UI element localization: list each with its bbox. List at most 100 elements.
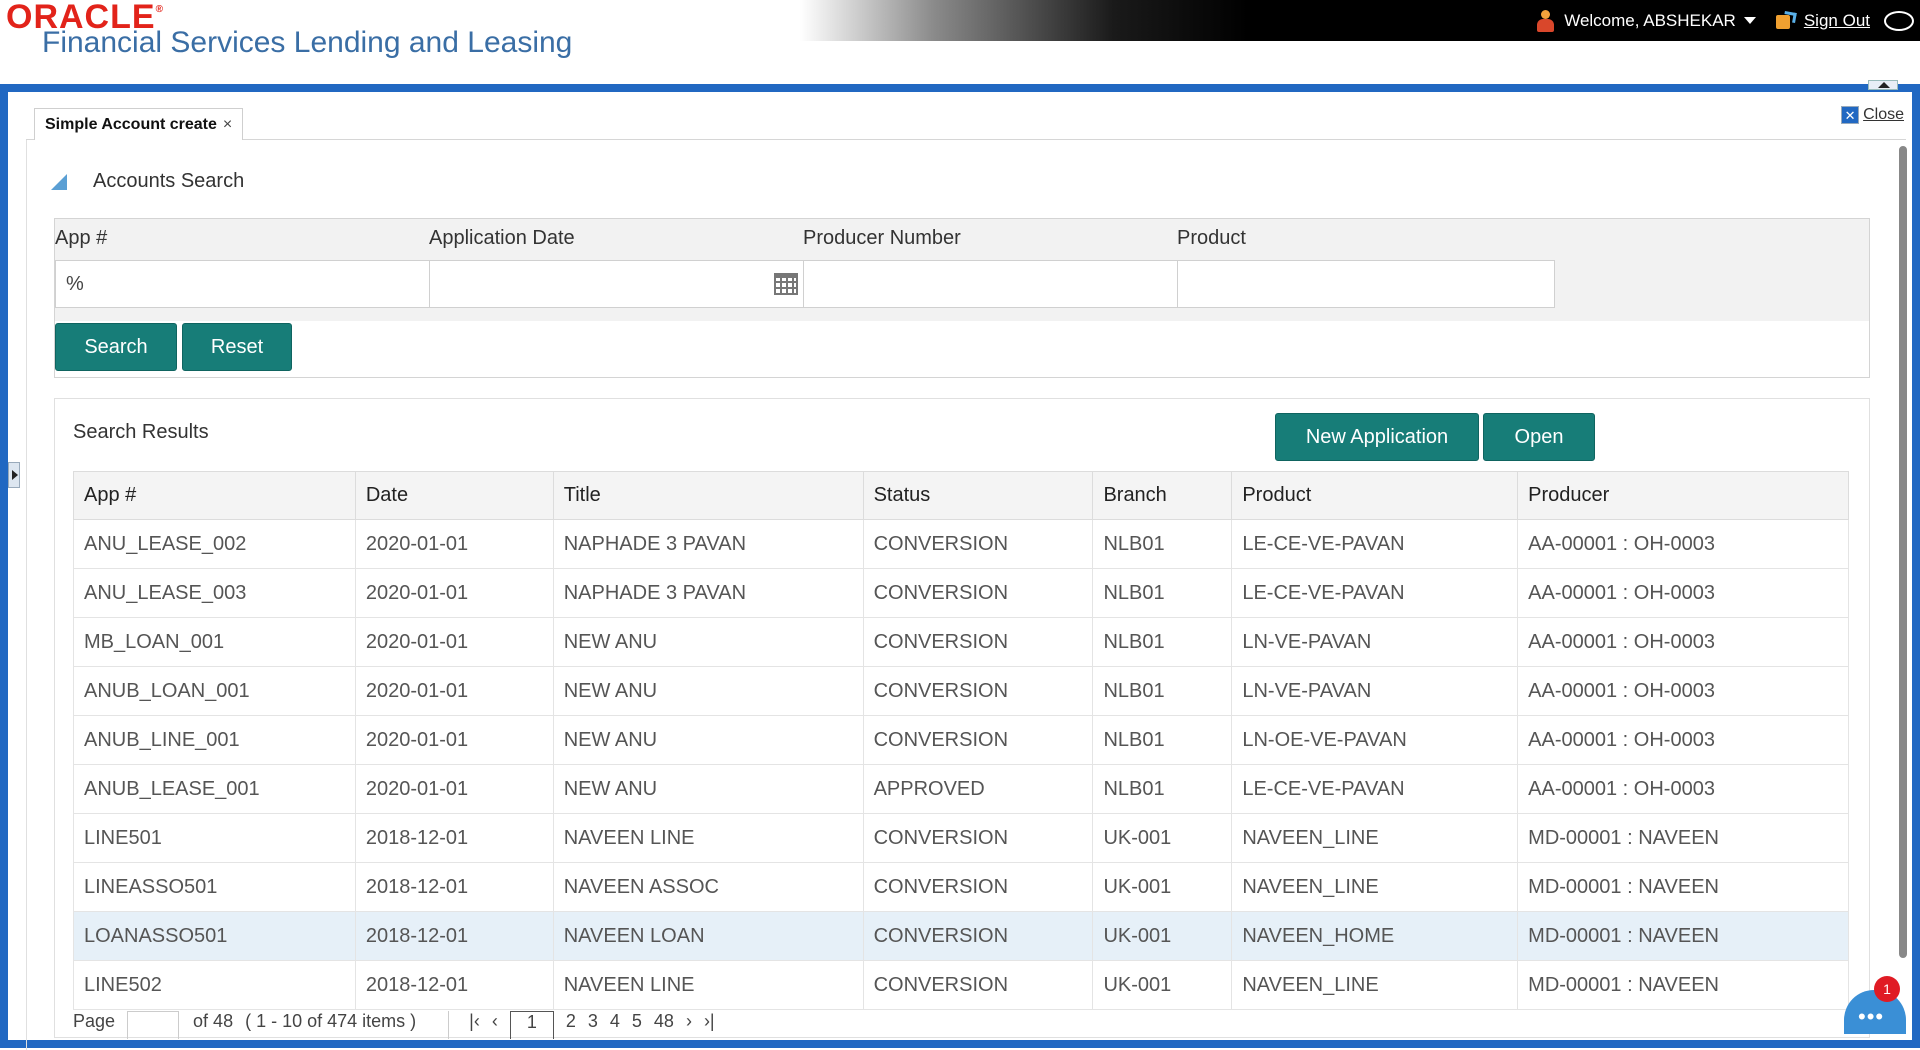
last-page-icon[interactable]: ›| <box>704 1011 715 1032</box>
table-cell: AA-00001 : OH-0003 <box>1517 519 1849 569</box>
expand-arrow-icon[interactable] <box>8 462 20 488</box>
table-cell: LOANASSO501 <box>73 911 356 961</box>
chat-bubble[interactable]: ••• 1 <box>1844 976 1906 1034</box>
producer-number-field: Producer Number <box>803 227 1183 308</box>
table-row[interactable]: ANUB_LINE_001 2020-01-01 NEW ANU CONVERSION… <box>73 715 1849 765</box>
column-header-product[interactable]: Product <box>1231 471 1519 520</box>
table-cell: LN-OE-VE-PAVAN <box>1231 715 1519 765</box>
column-header-date[interactable]: Date <box>354 471 554 520</box>
table-cell: 2018-12-01 <box>354 911 554 961</box>
table-cell: 2018-12-01 <box>354 862 554 912</box>
table-cell: 2020-01-01 <box>354 519 554 569</box>
table-cell: MD-00001 : NAVEEN <box>1517 911 1849 961</box>
column-header-app-number[interactable]: App # <box>73 471 356 520</box>
table-cell: MB_LOAN_001 <box>73 617 356 667</box>
close-button[interactable]: ✕ Close <box>1841 106 1904 124</box>
prev-page-icon[interactable]: ‹ <box>492 1011 498 1032</box>
table-row[interactable]: LOANASSO501 2018-12-01 NAVEEN LOAN CONVERSI… <box>73 911 1849 961</box>
welcome-text[interactable]: Welcome, ABSHEKAR <box>1564 11 1736 31</box>
reset-button[interactable]: Reset <box>182 323 292 371</box>
table-cell: CONVERSION <box>862 911 1094 961</box>
table-cell: NLB01 <box>1092 715 1233 765</box>
chat-icon: ••• <box>1858 1004 1885 1029</box>
table-cell: MD-00001 : NAVEEN <box>1517 960 1849 1010</box>
app-header: ORACLE® Financial Services Lending and L… <box>0 0 1920 84</box>
page-link-2[interactable]: 2 <box>566 1011 576 1032</box>
table-cell: LN-VE-PAVAN <box>1231 666 1519 716</box>
table-cell: UK-001 <box>1092 862 1233 912</box>
tab-simple-account-create[interactable]: Simple Account create × <box>34 108 244 140</box>
table-row[interactable]: MB_LOAN_001 2020-01-01 NEW ANU CONVERSION NL… <box>73 617 1849 667</box>
table-cell: AA-00001 : OH-0003 <box>1517 764 1849 814</box>
table-cell: LINEASSO501 <box>73 862 356 912</box>
table-cell: 2020-01-01 <box>354 715 554 765</box>
table-row[interactable]: LINE502 2018-12-01 NAVEEN LINE CONVERSION UK… <box>73 960 1849 1010</box>
table-cell: CONVERSION <box>862 568 1094 618</box>
product-input[interactable] <box>1177 260 1555 308</box>
producer-number-input[interactable] <box>803 260 1181 308</box>
search-fields: App # % Application Date Producer Number… <box>55 219 1869 321</box>
accounts-search-header[interactable]: Accounts Search <box>51 170 244 193</box>
scroll-up-icon[interactable] <box>1868 80 1898 90</box>
results-table: App # Date Title Status Branch Product Produce… <box>73 471 1849 1010</box>
table-cell: CONVERSION <box>862 960 1094 1010</box>
page-content: Accounts Search App # % Application Date… <box>26 140 1906 1050</box>
table-cell: NEW ANU <box>552 617 864 667</box>
calendar-icon[interactable] <box>774 273 798 295</box>
table-cell: CONVERSION <box>862 519 1094 569</box>
pagination: Page of 48 ( 1 - 10 of 474 items ) |‹ ‹ … <box>73 1011 1849 1039</box>
application-date-input[interactable] <box>429 260 807 308</box>
table-cell: ANU_LEASE_002 <box>73 519 356 569</box>
table-row[interactable]: LINEASSO501 2018-12-01 NAVEEN ASSOC CONVERS… <box>73 862 1849 912</box>
page-link-4[interactable]: 4 <box>610 1011 620 1032</box>
column-header-branch[interactable]: Branch <box>1092 471 1233 520</box>
table-cell: UK-001 <box>1092 911 1233 961</box>
search-button[interactable]: Search <box>55 323 177 371</box>
table-row[interactable]: ANUB_LOAN_001 2020-01-01 NEW ANU CONVERSION… <box>73 666 1849 716</box>
collapse-triangle-icon[interactable] <box>51 173 67 190</box>
table-row[interactable]: ANU_LEASE_002 2020-01-01 NAPHADE 3 PAVAN CO… <box>73 519 1849 569</box>
accounts-search-panel: App # % Application Date Producer Number… <box>54 218 1870 378</box>
table-body: ANU_LEASE_002 2020-01-01 NAPHADE 3 PAVAN CO… <box>73 519 1849 1010</box>
table-cell: AA-00001 : OH-0003 <box>1517 617 1849 667</box>
table-cell: NAVEEN_LINE <box>1231 862 1519 912</box>
table-cell: NLB01 <box>1092 764 1233 814</box>
table-cell: CONVERSION <box>862 715 1094 765</box>
new-application-button[interactable]: New Application <box>1275 413 1479 461</box>
table-cell: NAVEEN LOAN <box>552 911 864 961</box>
table-cell: CONVERSION <box>862 666 1094 716</box>
app-number-input[interactable]: % <box>55 260 433 308</box>
table-cell: LINE501 <box>73 813 356 863</box>
tab-close-icon[interactable]: × <box>223 116 232 134</box>
product-label: Product <box>1177 227 1246 249</box>
caret-down-icon[interactable] <box>1743 17 1756 24</box>
main-frame: Simple Account create × ✕ Close Accounts… <box>0 80 1920 1050</box>
table-cell: 2020-01-01 <box>354 764 554 814</box>
table-cell: 2018-12-01 <box>354 813 554 863</box>
page-link-3[interactable]: 3 <box>588 1011 598 1032</box>
table-cell: NLB01 <box>1092 519 1233 569</box>
page-link-last[interactable]: 48 <box>654 1011 674 1032</box>
table-cell: AA-00001 : OH-0003 <box>1517 568 1849 618</box>
column-header-status[interactable]: Status <box>862 471 1094 520</box>
table-cell: UK-001 <box>1092 960 1233 1010</box>
column-header-title[interactable]: Title <box>552 471 864 520</box>
table-cell: ANUB_LOAN_001 <box>73 666 356 716</box>
current-page[interactable]: 1 <box>509 1011 554 1039</box>
table-row[interactable]: ANUB_LEASE_001 2020-01-01 NEW ANU APPROVED N… <box>73 764 1849 814</box>
page-number-input[interactable] <box>127 1011 180 1039</box>
next-page-icon[interactable]: › <box>686 1011 692 1032</box>
app-number-label: App # <box>55 227 108 249</box>
sign-out-link[interactable]: Sign Out <box>1804 11 1870 31</box>
table-row[interactable]: ANU_LEASE_003 2020-01-01 NAPHADE 3 PAVAN CO… <box>73 568 1849 618</box>
tab-label: Simple Account create <box>45 115 217 133</box>
table-cell: NAVEEN ASSOC <box>552 862 864 912</box>
chat-icon[interactable] <box>1884 10 1914 31</box>
table-cell: NLB01 <box>1092 568 1233 618</box>
open-button[interactable]: Open <box>1483 413 1595 461</box>
first-page-icon[interactable]: |‹ <box>469 1011 480 1032</box>
page-link-5[interactable]: 5 <box>632 1011 642 1032</box>
sign-out-icon[interactable] <box>1775 10 1797 30</box>
table-row[interactable]: LINE501 2018-12-01 NAVEEN LINE CONVERSION UK… <box>73 813 1849 863</box>
column-header-producer[interactable]: Producer <box>1517 471 1849 520</box>
